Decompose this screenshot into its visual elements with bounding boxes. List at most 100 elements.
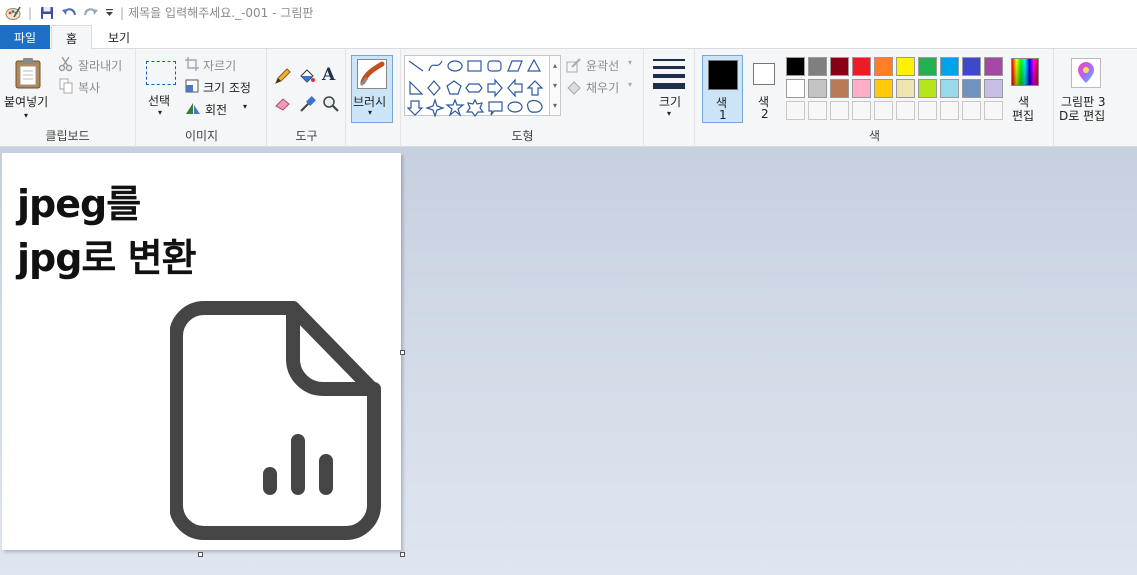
palette-custom-swatch[interactable] bbox=[874, 101, 893, 120]
shapes-gallery-icons[interactable] bbox=[407, 57, 557, 117]
customize-qat-icon[interactable] bbox=[102, 2, 116, 24]
outline-dropdown-icon: ▾ bbox=[628, 58, 633, 67]
paint3d-label-2: D로 편집 bbox=[1059, 109, 1106, 123]
brushes-group: 브러시 ▾ bbox=[347, 49, 401, 147]
drawing-canvas[interactable]: jpeg를 jpg로 변환 bbox=[2, 153, 401, 550]
shapes-scrollbar[interactable]: ▴ ▾ ▾ bbox=[549, 55, 561, 116]
edit-colors-button[interactable]: 색 편집 bbox=[1008, 55, 1042, 125]
ribbon: 붙여넣기 ▾ 잘라내기 복사 클립보드 선택 ▾ 자르기 크기 조정 회전 ▾ … bbox=[0, 49, 1137, 147]
title-bar: | | 제목을 입력해주세요._-001 - 그림판 bbox=[0, 0, 1137, 25]
size-button[interactable]: 크기 ▾ bbox=[649, 55, 691, 123]
resize-button[interactable]: 크기 조정 bbox=[185, 78, 265, 96]
text-tool-icon[interactable]: A bbox=[322, 65, 335, 85]
window-title: 제목을 입력해주세요._-001 - 그림판 bbox=[128, 6, 314, 20]
crop-button[interactable]: 자르기 bbox=[185, 56, 263, 74]
colors-group-label: 색 bbox=[868, 129, 881, 143]
palette-color-swatch[interactable] bbox=[962, 57, 981, 76]
palette-color-swatch[interactable] bbox=[984, 57, 1003, 76]
magnifier-icon[interactable] bbox=[322, 95, 340, 116]
brush-icon bbox=[357, 59, 387, 89]
canvas-area[interactable]: jpeg를 jpg로 변환 bbox=[0, 147, 1137, 575]
file-chart-icon bbox=[170, 301, 381, 540]
clipboard-group: 붙여넣기 ▾ 잘라내기 복사 클립보드 bbox=[0, 49, 136, 147]
edit-with-paint3d-button[interactable]: 그림판 3 D로 편집 bbox=[1057, 55, 1117, 127]
palette-color-swatch[interactable] bbox=[984, 79, 1003, 98]
fill-label: 채우기 bbox=[586, 81, 620, 95]
clipboard-group-label: 클립보드 bbox=[45, 129, 90, 143]
cut-button[interactable]: 잘라내기 bbox=[58, 56, 134, 74]
outline-button[interactable]: 윤곽선 ▾ bbox=[566, 56, 638, 74]
shapes-group-label: 도형 bbox=[511, 129, 534, 143]
copy-button[interactable]: 복사 bbox=[58, 78, 118, 96]
palette-color-swatch[interactable] bbox=[918, 57, 937, 76]
paste-icon bbox=[14, 57, 42, 92]
color2-swatch bbox=[753, 63, 775, 85]
palette-color-swatch[interactable] bbox=[808, 57, 827, 76]
size-label: 크기 bbox=[659, 95, 682, 109]
tab-view[interactable]: 보기 bbox=[96, 25, 142, 49]
tab-file[interactable]: 파일 bbox=[0, 25, 50, 49]
paste-button[interactable]: 붙여넣기 ▾ bbox=[2, 55, 54, 123]
fill-dropdown-icon: ▾ bbox=[628, 80, 633, 89]
redo-icon[interactable] bbox=[80, 2, 102, 24]
save-icon[interactable] bbox=[36, 2, 58, 24]
palette-custom-swatch[interactable] bbox=[896, 101, 915, 120]
color-picker-icon[interactable] bbox=[298, 95, 316, 116]
palette-color-swatch[interactable] bbox=[808, 79, 827, 98]
select-rectangle-icon bbox=[146, 61, 176, 85]
palette-color-swatch[interactable] bbox=[830, 57, 849, 76]
palette-custom-swatch[interactable] bbox=[918, 101, 937, 120]
palette-color-swatch[interactable] bbox=[874, 79, 893, 98]
shapes-group: ▴ ▾ ▾ 윤곽선 ▾ 채우기 ▾ 도형 bbox=[402, 49, 644, 147]
palette-color-swatch[interactable] bbox=[786, 57, 805, 76]
palette-custom-swatch[interactable] bbox=[808, 101, 827, 120]
rotate-dropdown-icon: ▾ bbox=[243, 102, 248, 111]
palette-color-swatch[interactable] bbox=[940, 57, 959, 76]
fill-button[interactable]: 채우기 ▾ bbox=[566, 78, 638, 96]
palette-custom-swatch[interactable] bbox=[962, 101, 981, 120]
size-dropdown-icon: ▾ bbox=[667, 109, 672, 118]
brushes-button[interactable]: 브러시 ▾ bbox=[351, 55, 393, 123]
brushes-dropdown-icon: ▾ bbox=[368, 108, 373, 117]
canvas-heading-line-2: jpg로 변환 bbox=[17, 236, 197, 280]
copy-label: 복사 bbox=[78, 81, 101, 95]
canvas-resize-handle-right[interactable] bbox=[400, 350, 405, 355]
colors-group: 색 1 색 2 색 편집 색 bbox=[696, 49, 1054, 147]
palette-color-swatch[interactable] bbox=[918, 79, 937, 98]
fill-icon bbox=[566, 79, 582, 98]
line-size-icon bbox=[653, 59, 685, 89]
palette-color-swatch[interactable] bbox=[940, 79, 959, 98]
palette-color-swatch[interactable] bbox=[896, 79, 915, 98]
eraser-icon[interactable] bbox=[274, 95, 292, 114]
tools-group: A 도구 bbox=[268, 49, 346, 147]
pencil-icon[interactable] bbox=[274, 67, 292, 88]
palette-custom-swatch[interactable] bbox=[984, 101, 1003, 120]
palette-custom-swatch[interactable] bbox=[852, 101, 871, 120]
color1-swatch bbox=[708, 60, 738, 90]
palette-color-swatch[interactable] bbox=[962, 79, 981, 98]
palette-custom-swatch[interactable] bbox=[786, 101, 805, 120]
palette-color-swatch[interactable] bbox=[852, 79, 871, 98]
fill-bucket-icon[interactable] bbox=[298, 67, 316, 88]
scissors-icon bbox=[58, 56, 74, 75]
paint-app-icon[interactable] bbox=[2, 2, 24, 24]
color1-button[interactable]: 색 1 bbox=[702, 55, 743, 123]
select-label: 선택 bbox=[148, 94, 171, 108]
canvas-resize-handle-bottom[interactable] bbox=[198, 552, 203, 557]
size-group: 크기 ▾ bbox=[645, 49, 695, 147]
palette-custom-swatch[interactable] bbox=[940, 101, 959, 120]
palette-custom-swatch[interactable] bbox=[830, 101, 849, 120]
ribbon-tab-bar: 파일 홈 보기 bbox=[0, 25, 1137, 50]
palette-color-swatch[interactable] bbox=[874, 57, 893, 76]
tab-home[interactable]: 홈 bbox=[51, 25, 92, 50]
palette-color-swatch[interactable] bbox=[852, 57, 871, 76]
palette-color-swatch[interactable] bbox=[786, 79, 805, 98]
color2-button[interactable]: 색 2 bbox=[748, 55, 782, 123]
undo-icon[interactable] bbox=[58, 2, 80, 24]
rotate-button[interactable]: 회전 ▾ bbox=[185, 100, 255, 118]
canvas-resize-handle-corner[interactable] bbox=[400, 552, 405, 557]
palette-color-swatch[interactable] bbox=[830, 79, 849, 98]
select-button[interactable]: 선택 ▾ bbox=[143, 59, 179, 121]
outline-label: 윤곽선 bbox=[586, 59, 620, 73]
palette-color-swatch[interactable] bbox=[896, 57, 915, 76]
